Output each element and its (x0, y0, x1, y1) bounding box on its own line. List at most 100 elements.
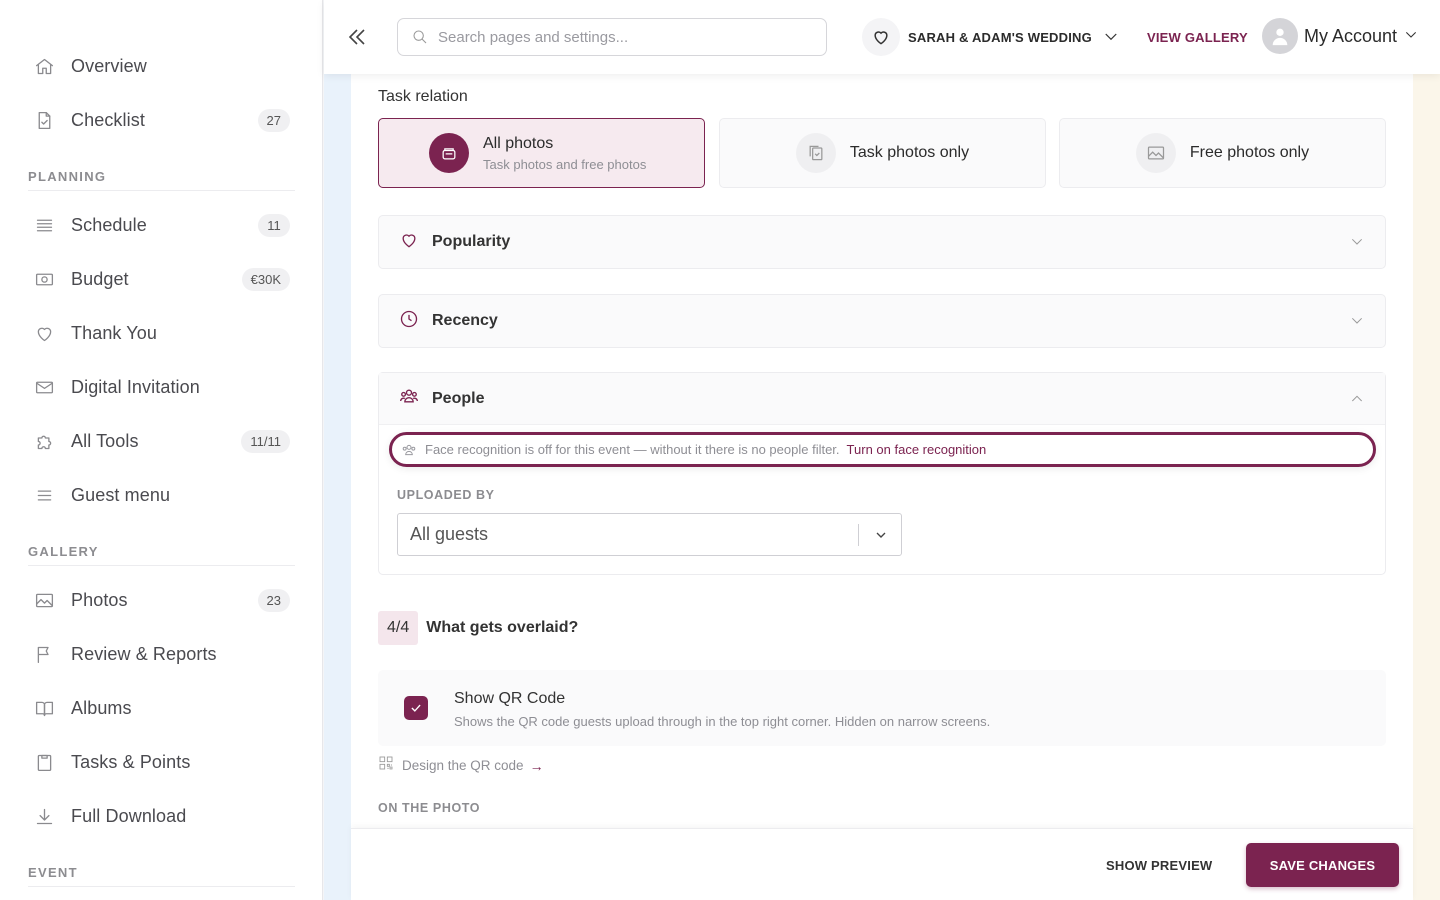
view-gallery-link[interactable]: VIEW GALLERY (1147, 30, 1248, 45)
count-badge: €30K (241, 267, 290, 291)
chevron-down-icon (873, 527, 889, 548)
chevron-down-icon (1349, 313, 1365, 334)
sidebar-item-label: Review & Reports (71, 643, 217, 664)
step-badge: 4/4 (378, 611, 419, 645)
divider (28, 190, 295, 191)
image-icon (32, 588, 56, 612)
show-qr-checkbox[interactable] (404, 696, 428, 720)
count-badge: 11 (258, 213, 290, 237)
option-subtitle: Task photos and free photos (483, 156, 647, 172)
sidebar-item-label: Tasks & Points (71, 751, 191, 772)
sidebar-item-review-reports[interactable]: Review & Reports (20, 634, 300, 674)
flag-icon (32, 642, 56, 666)
accordion-title: Recency (432, 312, 498, 329)
accordion-title: Popularity (432, 233, 511, 250)
sidebar-item-full-download[interactable]: Full Download (20, 796, 300, 836)
sidebar-item-label: Schedule (71, 214, 147, 235)
count-badge: 11/11 (241, 429, 290, 453)
select-value: All guests (410, 524, 489, 544)
step-heading: 4/4 What gets overlaid? (378, 611, 578, 645)
design-qr-label: Design the QR code (402, 758, 524, 773)
section-label-gallery: GALLERY (28, 544, 99, 559)
sidebar-item-tasks-points[interactable]: Tasks & Points (20, 742, 300, 782)
heart-icon (32, 321, 56, 345)
chevron-down-icon (1092, 24, 1120, 51)
option-title: Task photos only (849, 144, 970, 161)
sidebar-item-schedule[interactable]: Schedule 11 (20, 205, 300, 245)
sidebar-item-overview[interactable]: Overview (20, 46, 300, 86)
search-input[interactable] (438, 28, 808, 46)
sidebar-item-guest-menu[interactable]: Guest menu (20, 475, 300, 515)
option-task-photos-only[interactable]: Task photos only (719, 118, 1046, 188)
book-icon (32, 696, 56, 720)
face-recognition-notice: Face recognition is off for this event —… (389, 432, 1376, 467)
list-icon (32, 213, 56, 237)
sidebar-item-label: Photos (71, 589, 128, 610)
action-bar: SHOW PREVIEW SAVE CHANGES (351, 828, 1413, 900)
sidebar-item-thank-you[interactable]: Thank You (20, 313, 300, 353)
chevron-up-icon (1349, 391, 1365, 412)
divider (858, 524, 859, 546)
section-label-event: EVENT (28, 865, 78, 880)
section-label-planning: PLANNING (28, 169, 107, 184)
collapse-sidebar-button[interactable] (344, 24, 370, 50)
sidebar-item-photos[interactable]: Photos 23 (20, 580, 300, 620)
event-selector[interactable]: SARAH & ADAM'S WEDDING (862, 17, 1120, 57)
sidebar-item-label: Digital Invitation (71, 376, 200, 397)
filter-popularity: Popularity (378, 215, 1386, 269)
sidebar-item-albums[interactable]: Albums (20, 688, 300, 728)
user-icon (1272, 28, 1288, 46)
show-qr-option: Show QR Code Shows the QR code guests up… (378, 670, 1386, 746)
menu-icon (32, 483, 56, 507)
turn-on-face-recognition-link[interactable]: Turn on face recognition (847, 442, 987, 457)
on-the-photo-label: ON THE PHOTO (378, 801, 481, 815)
sidebar-item-label: Albums (71, 697, 132, 718)
heart-icon (399, 230, 419, 255)
sidebar-item-digital-invitation[interactable]: Digital Invitation (20, 367, 300, 407)
divider (28, 886, 295, 887)
stack-icon (429, 133, 469, 173)
show-preview-button[interactable]: SHOW PREVIEW (1106, 858, 1212, 873)
sidebar-item-label: Guest menu (71, 484, 171, 505)
sidebar-item-label: Full Download (71, 805, 187, 826)
download-icon (32, 804, 56, 828)
chevron-down-icon (1349, 234, 1365, 255)
sidebar-item-all-tools[interactable]: All Tools 11/11 (20, 421, 300, 461)
search-box (397, 18, 827, 56)
sidebar-item-label: Thank You (71, 322, 157, 343)
account-label: My Account (1304, 25, 1398, 46)
clock-icon (399, 309, 419, 334)
sidebar-item-checklist[interactable]: Checklist 27 (20, 100, 300, 140)
arrow-right-icon: → (529, 757, 544, 774)
accordion-header[interactable]: People (379, 373, 1385, 425)
filter-recency: Recency (378, 294, 1386, 348)
people-icon (399, 386, 419, 411)
search-icon (413, 30, 427, 44)
puzzle-icon (32, 429, 56, 453)
money-icon (32, 267, 56, 291)
accordion-header[interactable]: Recency (379, 295, 1385, 347)
check-icon (411, 704, 421, 712)
account-menu[interactable]: My Account (1262, 18, 1419, 54)
home-icon (32, 54, 56, 78)
option-title: Free photos only (1189, 144, 1310, 161)
accordion-header[interactable]: Popularity (379, 216, 1385, 268)
option-free-photos-only[interactable]: Free photos only (1059, 118, 1386, 188)
sidebar-item-budget[interactable]: Budget €30K (20, 259, 300, 299)
clipboard-copy-icon (795, 133, 836, 173)
uploaded-by-label: UPLOADED BY (397, 488, 495, 502)
clipboard-icon (32, 750, 56, 774)
avatar (1262, 18, 1298, 54)
design-qr-link[interactable]: Design the QR code → (378, 755, 544, 776)
background-panel (324, 0, 351, 900)
envelope-icon (32, 375, 56, 399)
uploaded-by-select[interactable]: All guests (397, 513, 902, 556)
event-name: SARAH & ADAM'S WEDDING (908, 29, 1092, 45)
option-title: All photos (483, 134, 554, 152)
count-badge: 23 (257, 588, 290, 612)
top-bar: SARAH & ADAM'S WEDDING VIEW GALLERY My A… (324, 0, 1440, 74)
option-all-photos[interactable]: All photos Task photos and free photos (378, 118, 705, 188)
step-title: What gets overlaid? (426, 619, 579, 636)
save-changes-button[interactable]: SAVE CHANGES (1246, 843, 1399, 887)
qr-code-icon (378, 755, 394, 776)
